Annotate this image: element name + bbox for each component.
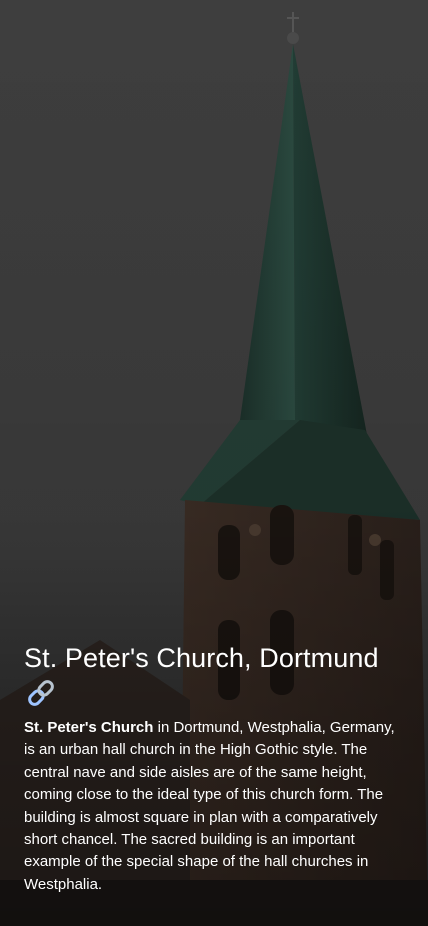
description: St. Peter's Church in Dortmund, Westphal…: [24, 717, 404, 896]
page-title: St. Peter's Church, Dortmund: [24, 643, 379, 673]
place-info: St. Peter's Church, Dortmund St. Peter's…: [24, 640, 404, 896]
description-text: in Dortmund, Westphalia, Germany, is an …: [24, 719, 395, 893]
link-icon[interactable]: [24, 676, 58, 710]
church-name-bold: St. Peter's Church: [24, 719, 154, 736]
